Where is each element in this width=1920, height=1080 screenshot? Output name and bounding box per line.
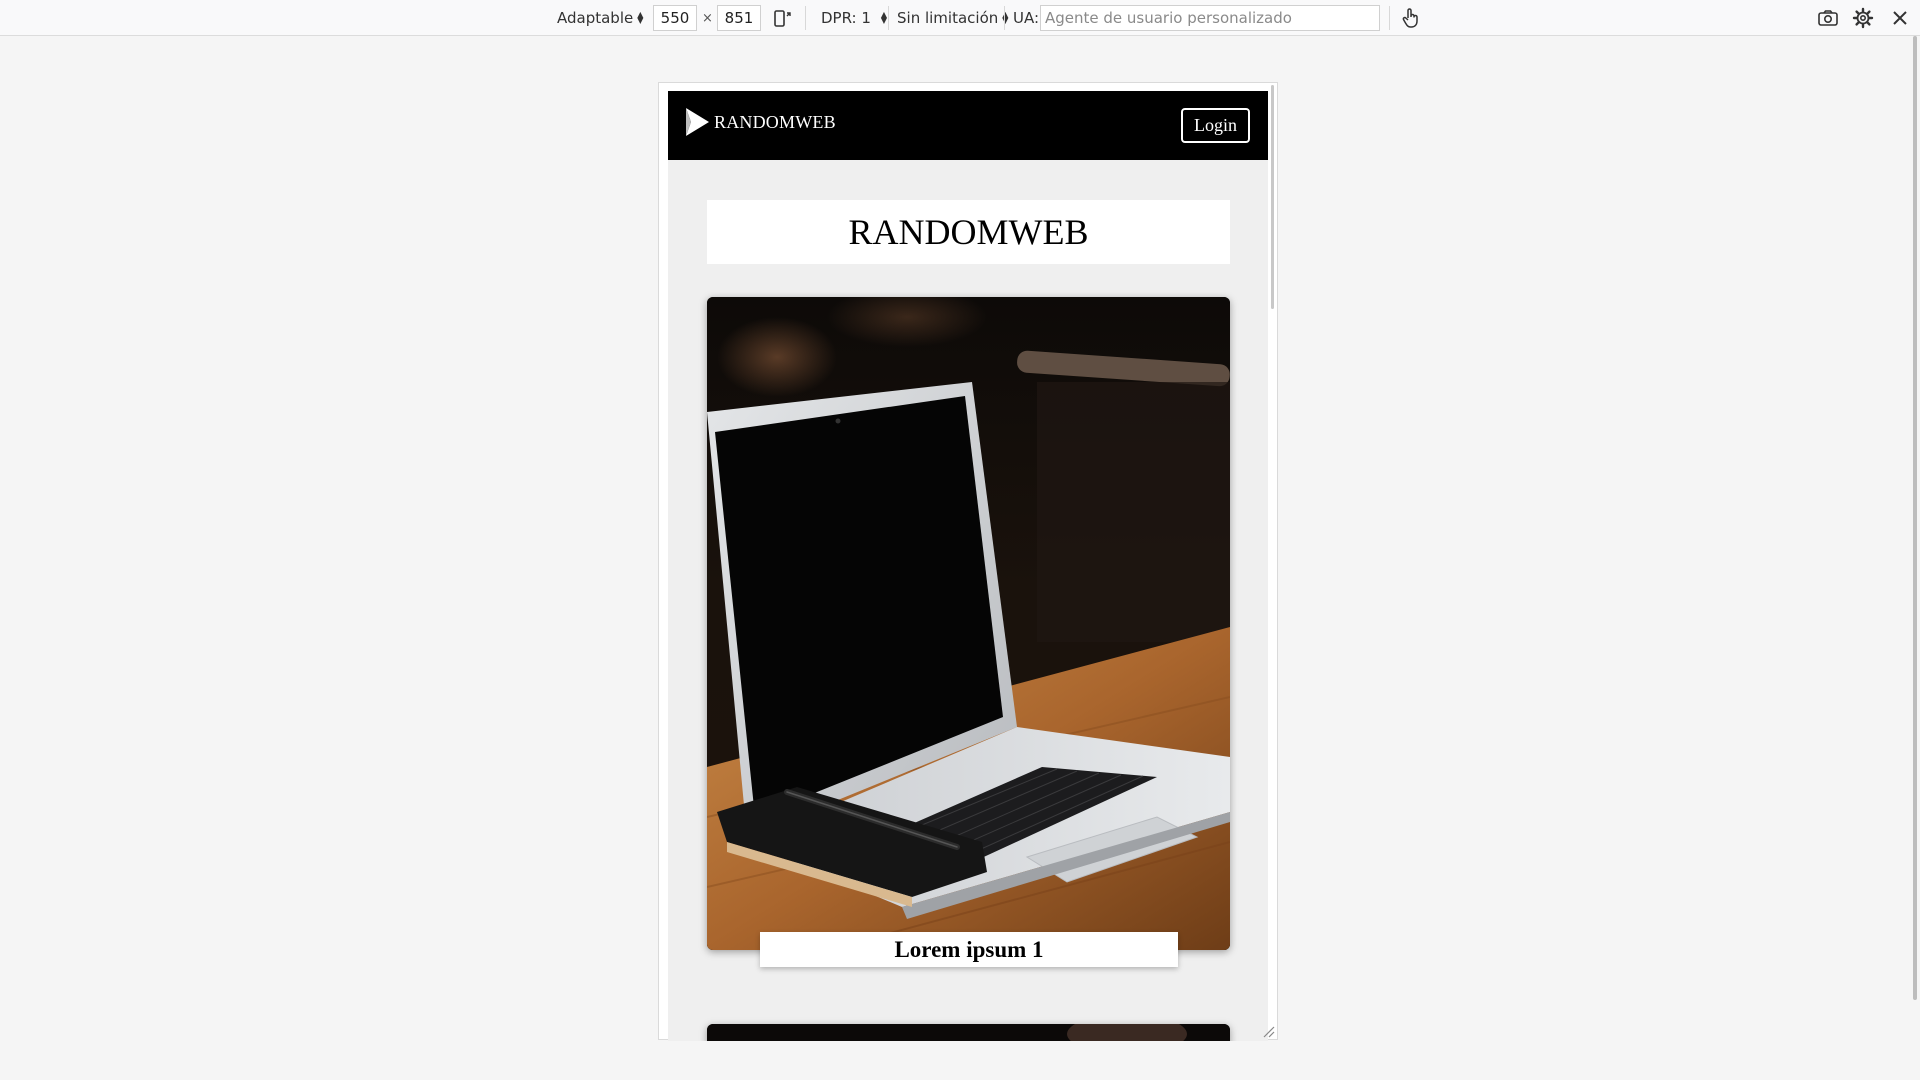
camera-icon: [1818, 10, 1838, 26]
dimension-separator: ×: [702, 10, 713, 26]
viewport-frame: RANDOMWEB Login RANDOMWEB Lorem ipsum 1: [658, 82, 1278, 1041]
dpr-label: DPR: 1: [821, 9, 871, 27]
rotate-device-icon: [774, 10, 791, 27]
touch-hand-icon: [1402, 8, 1418, 28]
close-responsive-mode-button[interactable]: [1887, 6, 1913, 30]
gear-icon: [1852, 7, 1874, 29]
play-logo-icon: [686, 108, 709, 136]
screenshot-button[interactable]: [1815, 6, 1841, 30]
select-arrows-icon: ▲ ▼: [637, 10, 644, 25]
brand-logo[interactable]: RANDOMWEB: [684, 107, 836, 137]
article-card[interactable]: [707, 1024, 1230, 1041]
throttling-label: Sin limitación: [897, 9, 999, 27]
hero-title-box: RANDOMWEB: [707, 200, 1230, 264]
dpr-selector[interactable]: DPR: 1 ▲ ▼: [821, 0, 887, 36]
brand-name: RANDOMWEB: [714, 111, 836, 132]
article-card[interactable]: [707, 297, 1230, 950]
rotate-viewport-button[interactable]: [770, 6, 796, 30]
toolbar-divider: [805, 6, 806, 30]
ua-label: UA:: [1013, 9, 1040, 27]
card-caption-text: Lorem ipsum 1: [894, 936, 1044, 962]
device-selector-label: Adaptable: [557, 9, 634, 27]
settings-button[interactable]: [1850, 6, 1876, 30]
login-button[interactable]: Login: [1181, 108, 1250, 143]
window-scrollbar[interactable]: [1913, 36, 1917, 1000]
site-header: RANDOMWEB Login: [668, 91, 1268, 160]
page-title: RANDOMWEB: [848, 212, 1089, 252]
device-selector[interactable]: Adaptable ▲ ▼: [557, 0, 643, 36]
touch-simulation-button[interactable]: [1398, 6, 1424, 30]
laptop-photo: [707, 297, 1230, 950]
viewport-width-input[interactable]: [653, 5, 697, 31]
viewport-height-input[interactable]: [717, 5, 761, 31]
card-photo: [707, 1024, 1230, 1041]
throttling-selector[interactable]: Sin limitación ▲ ▼: [897, 0, 1008, 36]
responsive-toolbar: Adaptable ▲▼ × DPR: 1 ▲▼ Sin limitación …: [0, 0, 1920, 36]
toolbar-divider: [1004, 6, 1005, 30]
user-agent-input[interactable]: [1040, 5, 1380, 31]
close-icon: [1893, 11, 1907, 25]
page-viewport: RANDOMWEB Login RANDOMWEB Lorem ipsum 1: [668, 91, 1268, 1041]
resize-grip-icon: [1263, 1026, 1275, 1038]
viewport-resize-handle[interactable]: [1261, 1023, 1275, 1038]
viewport-scrollbar-thumb[interactable]: [1271, 85, 1274, 309]
card-caption[interactable]: Lorem ipsum 1: [760, 932, 1178, 967]
toolbar-divider: [888, 6, 889, 30]
select-arrows-icon: ▲ ▼: [880, 10, 888, 25]
toolbar-divider: [1389, 6, 1390, 30]
